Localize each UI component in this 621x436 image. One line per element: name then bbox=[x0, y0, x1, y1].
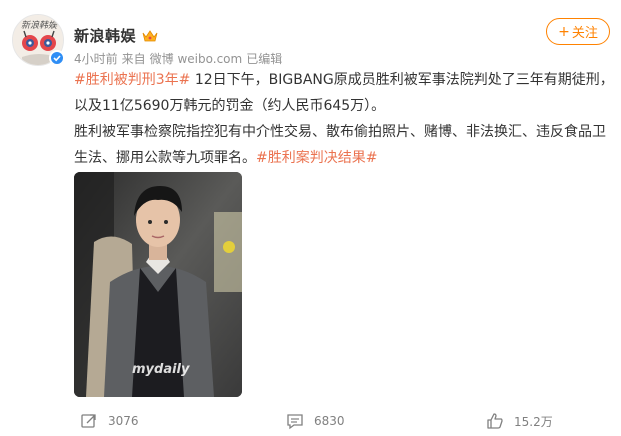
avatar-logo-text: 新浪韩娱 bbox=[21, 20, 58, 31]
source-prefix: 来自 bbox=[121, 52, 146, 66]
comment-count: 6830 bbox=[314, 414, 345, 428]
post-meta: 4小时前 来自 微博 weibo.com 已编辑 bbox=[74, 50, 282, 67]
avatar-wrap[interactable]: 新浪韩娱 bbox=[12, 14, 65, 66]
vip-badge-icon bbox=[142, 29, 158, 41]
author-name-row: 新浪韩娱 bbox=[74, 25, 158, 46]
edited-label[interactable]: 已编辑 bbox=[246, 50, 282, 67]
follow-button[interactable]: + 关注 bbox=[546, 18, 610, 45]
action-bar: 3076 6830 15.2万 bbox=[0, 412, 621, 436]
hashtag-link[interactable]: #胜利被判刑3年# bbox=[74, 72, 190, 88]
plus-icon: + bbox=[558, 23, 570, 40]
photo-watermark: mydaily bbox=[132, 362, 190, 377]
hashtag-link[interactable]: #胜利案判决结果# bbox=[256, 150, 377, 166]
follow-button-label: 关注 bbox=[571, 26, 598, 41]
repost-button[interactable]: 3076 bbox=[80, 412, 139, 430]
post-time[interactable]: 4小时前 bbox=[74, 50, 118, 67]
verified-icon bbox=[49, 50, 65, 66]
post-content: #胜利被判刑3年# 12日下午，BIGBANG原成员胜利被军事法院判处了三年有期… bbox=[74, 67, 614, 171]
like-icon bbox=[487, 413, 503, 429]
comment-icon bbox=[287, 414, 303, 430]
like-count: 15.2万 bbox=[514, 414, 553, 429]
post-header: 新浪韩娱 新浪韩娱 4小时前 来自 微博 weibo.com 已编辑 + 关注 bbox=[12, 12, 612, 72]
post-source[interactable]: 微博 weibo.com bbox=[150, 50, 243, 67]
post-paragraph-2: 胜利被军事检察院指控犯有中介性交易、散布偷拍照片、赌博、非法换汇、违反食品卫生法… bbox=[74, 119, 614, 171]
post-photo[interactable]: mydaily bbox=[74, 172, 242, 397]
comment-button[interactable]: 6830 bbox=[286, 412, 345, 430]
like-button[interactable]: 15.2万 bbox=[486, 412, 553, 430]
repost-count: 3076 bbox=[108, 414, 139, 428]
author-name[interactable]: 新浪韩娱 bbox=[74, 25, 136, 46]
post-paragraph-1: #胜利被判刑3年# 12日下午，BIGBANG原成员胜利被军事法院判处了三年有期… bbox=[74, 67, 614, 119]
repost-icon bbox=[81, 414, 96, 428]
